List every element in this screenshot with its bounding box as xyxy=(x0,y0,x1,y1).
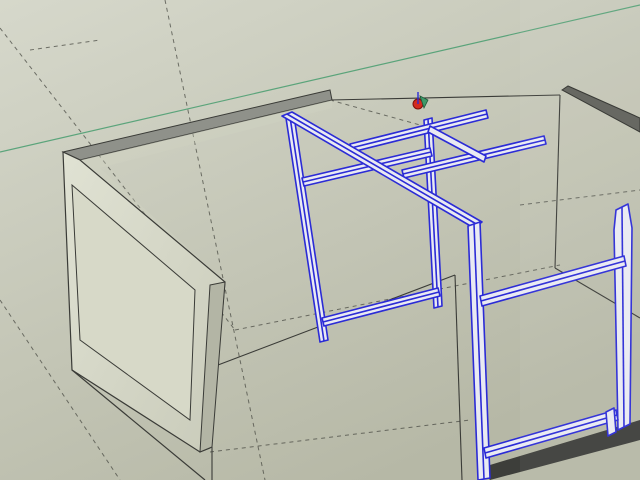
model-scene[interactable] xyxy=(0,0,640,480)
screen-glare xyxy=(520,0,640,480)
modeling-viewport[interactable] xyxy=(0,0,640,480)
